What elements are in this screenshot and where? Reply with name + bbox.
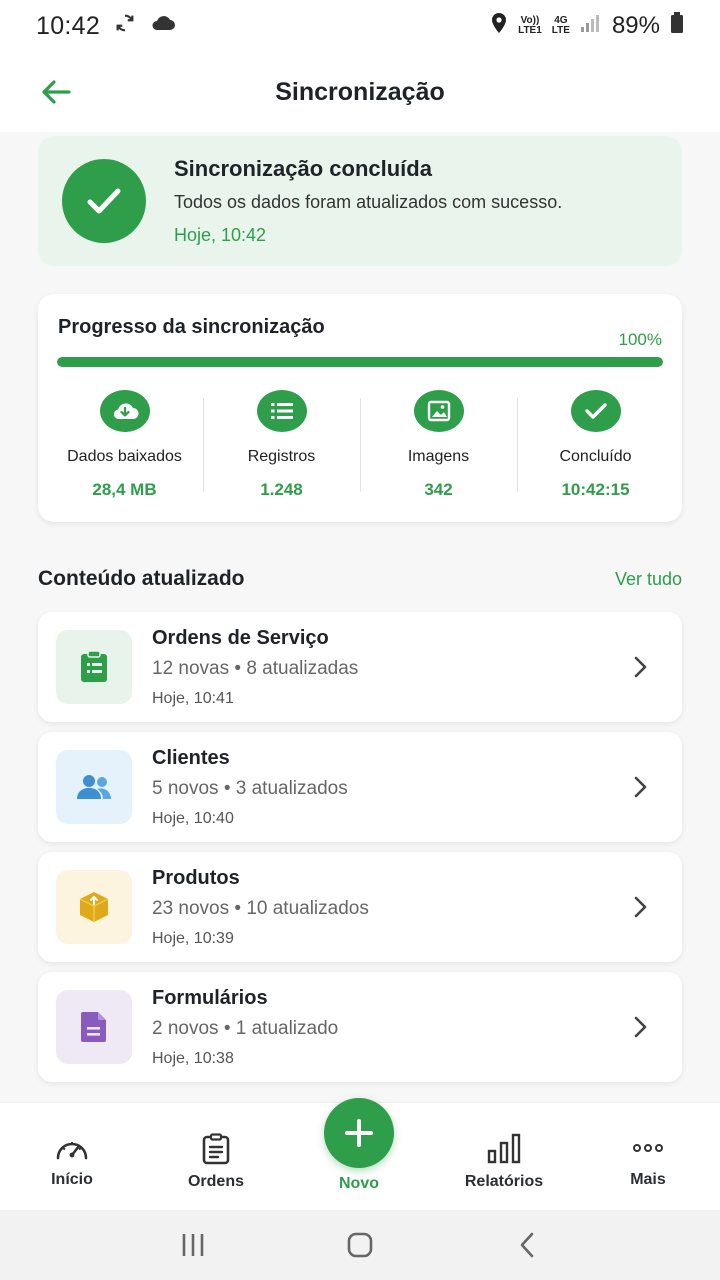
chevron-right-icon: [626, 772, 656, 802]
nav-label: Relatórios: [464, 1173, 544, 1190]
stat-records: Registros 1.248: [203, 390, 360, 500]
bar-chart-icon: [487, 1133, 521, 1164]
nav-item-orders[interactable]: Ordens: [144, 1103, 288, 1210]
stat-value: 10:42:15: [561, 480, 630, 499]
battery-icon: [670, 11, 684, 41]
success-check-icon: [62, 159, 146, 243]
nav-item-reports[interactable]: Relatórios: [432, 1103, 576, 1210]
recent-apps-button[interactable]: [173, 1225, 213, 1265]
network-indicator: 4G LTE: [551, 15, 570, 36]
progress-bar: [57, 357, 663, 367]
banner-subtitle: Todos os dados foram atualizados com suc…: [174, 192, 563, 212]
item-time: Hoje, 10:41: [152, 689, 234, 707]
item-title: Formulários: [152, 986, 268, 1009]
back-button[interactable]: [38, 74, 74, 110]
progress-title: Progresso da sincronização: [58, 316, 325, 338]
plus-icon: [345, 1119, 373, 1147]
list-icon: [256, 390, 307, 432]
battery-percent: 89%: [611, 12, 660, 39]
check-icon: [570, 390, 621, 432]
stat-completed: Concluído 10:42:15: [517, 390, 674, 500]
banner-time: Hoje, 10:42: [174, 225, 267, 245]
nav-label-new[interactable]: Novo: [300, 1175, 418, 1193]
more-icon: [633, 1144, 663, 1152]
nav-item-home[interactable]: Início: [0, 1103, 144, 1210]
status-bar: 10:42 Vo)) LTE1 4G LTE 89%: [0, 0, 720, 52]
item-time: Hoje, 10:40: [152, 809, 234, 827]
nav-label: Ordens: [187, 1173, 244, 1190]
stat-value: 1.248: [260, 480, 303, 499]
cloud-download-icon: [99, 390, 150, 432]
item-time: Hoje, 10:39: [152, 929, 234, 947]
list-item-forms[interactable]: Formulários 2 novos • 1 atualizado Hoje,…: [38, 972, 682, 1082]
new-fab-button[interactable]: [324, 1098, 394, 1168]
item-time: Hoje, 10:38: [152, 1049, 234, 1067]
stat-images: Imagens 342: [360, 390, 517, 500]
stat-downloaded: Dados baixados 28,4 MB: [46, 390, 203, 500]
users-icon: [56, 750, 132, 824]
sync-stats: Dados baixados 28,4 MB Registros 1.248 I…: [46, 390, 674, 500]
arrow-left-icon: [42, 80, 71, 104]
stat-value: 28,4 MB: [92, 480, 157, 499]
cloud-status-icon: [150, 12, 176, 40]
home-icon: [347, 1232, 373, 1258]
sync-progress-card: Progresso da sincronização 100% Dados ba…: [38, 294, 682, 522]
updated-content-header: Conteúdo atualizado Ver tudo: [38, 564, 682, 594]
document-icon: [56, 990, 132, 1064]
nav-item-more[interactable]: Mais: [576, 1103, 720, 1210]
page-title: Sincronização: [275, 77, 445, 106]
chevron-right-icon: [626, 1012, 656, 1042]
signal-icon: [580, 12, 602, 40]
progress-bar-fill: [57, 357, 663, 367]
nav-label: Início: [51, 1171, 93, 1188]
image-icon: [413, 390, 464, 432]
stat-label: Imagens: [407, 448, 470, 465]
gauge-icon: [56, 1142, 88, 1160]
progress-percent: 100%: [618, 330, 662, 349]
list-item-products[interactable]: Produtos 23 novos • 10 atualizados Hoje,…: [38, 852, 682, 962]
stat-label: Dados baixados: [67, 448, 182, 465]
see-all-link[interactable]: Ver tudo: [615, 569, 682, 590]
sync-success-banner: Sincronização concluída Todos os dados f…: [38, 136, 682, 266]
item-title: Clientes: [152, 746, 230, 769]
item-title: Ordens de Serviço: [152, 626, 329, 649]
status-time: 10:42: [36, 11, 101, 40]
item-subtitle: 23 novos • 10 atualizados: [152, 897, 369, 919]
nav-label: Mais: [630, 1171, 666, 1188]
item-subtitle: 12 novas • 8 atualizadas: [152, 657, 359, 679]
system-navigation: [0, 1210, 720, 1280]
stat-label: Registros: [247, 448, 316, 465]
location-icon: [490, 12, 508, 41]
item-title: Produtos: [152, 866, 240, 889]
list-item-clients[interactable]: Clientes 5 novos • 3 atualizados Hoje, 1…: [38, 732, 682, 842]
box-icon: [56, 870, 132, 944]
app-bar: Sincronização: [0, 52, 720, 132]
volte-indicator: Vo)) LTE1: [518, 15, 542, 36]
clipboard-icon: [56, 630, 132, 704]
list-item-service-orders[interactable]: Ordens de Serviço 12 novas • 8 atualizad…: [38, 612, 682, 722]
chevron-right-icon: [626, 892, 656, 922]
clipboard-list-icon: [202, 1133, 230, 1165]
home-button[interactable]: [340, 1225, 380, 1265]
sync-status-icon: [114, 12, 136, 41]
item-subtitle: 2 novos • 1 atualizado: [152, 1017, 339, 1039]
section-title: Conteúdo atualizado: [38, 567, 245, 590]
stat-value: 342: [424, 480, 453, 499]
recent-apps-icon: [183, 1234, 204, 1256]
system-back-button[interactable]: [507, 1225, 547, 1265]
chevron-right-icon: [626, 652, 656, 682]
chevron-left-icon: [520, 1232, 533, 1258]
stat-label: Concluído: [559, 448, 632, 465]
item-subtitle: 5 novos • 3 atualizados: [152, 777, 348, 799]
banner-title: Sincronização concluída: [174, 156, 432, 181]
